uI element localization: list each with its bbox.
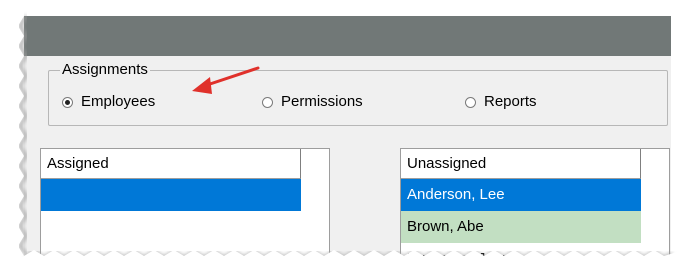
torn-edge-frame <box>0 0 677 262</box>
